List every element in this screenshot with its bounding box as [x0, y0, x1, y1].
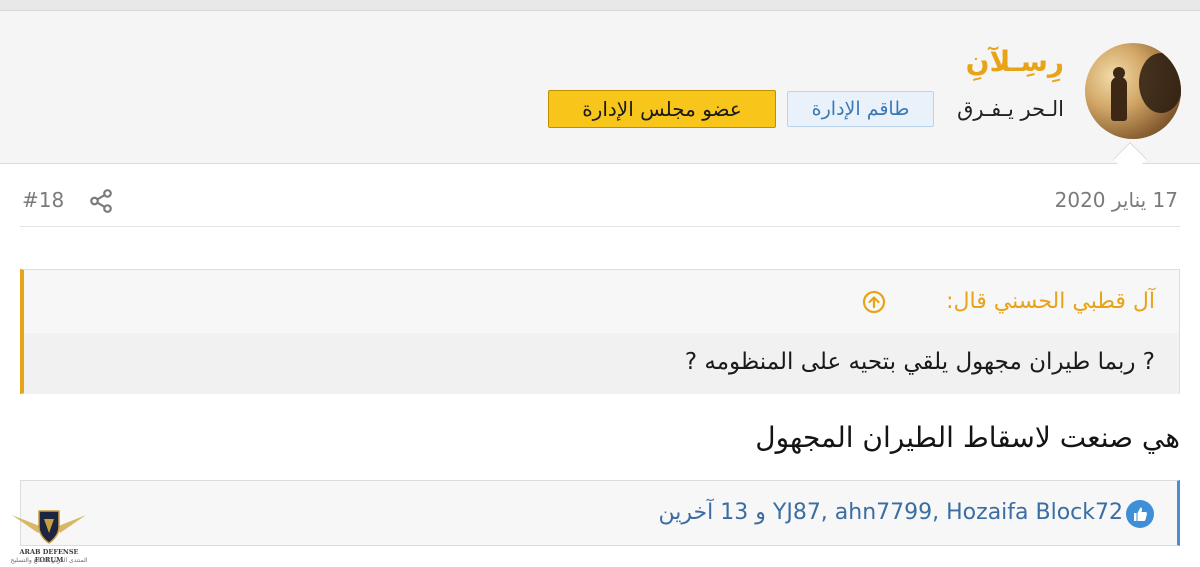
quote-header: آل قطبي الحسني قال: [24, 270, 1179, 333]
post-message: هي صنعت لاسقاط الطيران المجهول [755, 421, 1180, 454]
quote-block: آل قطبي الحسني قال: ? ربما طيران مجهول ي… [20, 269, 1180, 394]
user-title: الـحر يـفـرق [957, 97, 1064, 121]
top-bar [0, 0, 1200, 11]
watermark-subtitle: المنتدى العربي للدفاع والتسليح [10, 557, 88, 564]
reactions-bar: YJ87, ahn7799, Hozaifa Block72 و 13 آخري… [20, 480, 1180, 546]
quote-arrow-icon[interactable] [862, 290, 886, 314]
post-separator [20, 226, 1180, 227]
board-member-badge: عضو مجلس الإدارة [548, 90, 776, 128]
quote-text: ? ربما طيران مجهول يلقي بتحيه على المنظو… [684, 349, 1155, 375]
post-number[interactable]: #18 [22, 188, 64, 212]
share-icon[interactable] [88, 188, 114, 214]
quote-body: ? ربما طيران مجهول يلقي بتحيه على المنظو… [24, 333, 1179, 394]
quote-author[interactable]: آل قطبي الحسني قال: [946, 289, 1155, 314]
username[interactable]: رِسِـلآنِ [966, 45, 1064, 78]
user-avatar[interactable] [1085, 43, 1181, 139]
post-date[interactable]: 17 يناير 2020 [1055, 188, 1178, 212]
like-icon [1126, 500, 1154, 528]
likes-list[interactable]: YJ87, ahn7799, Hozaifa Block72 و 13 آخري… [659, 500, 1123, 525]
staff-badge: طاقم الإدارة [787, 91, 934, 127]
user-header: رِسِـلآنِ الـحر يـفـرق طاقم الإدارة عضو … [0, 11, 1200, 164]
